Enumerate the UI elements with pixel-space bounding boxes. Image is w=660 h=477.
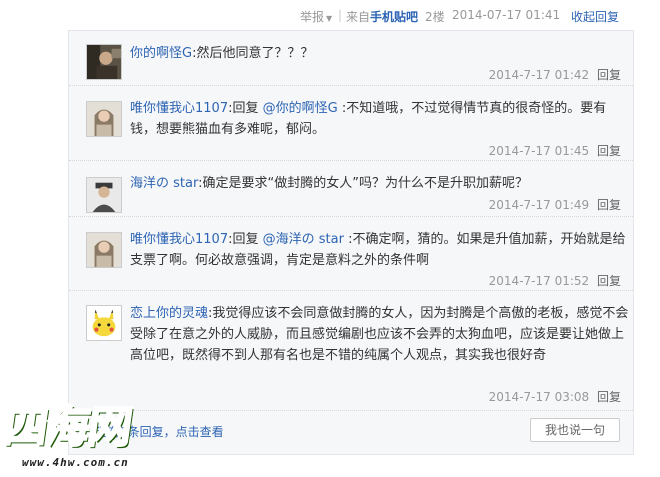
reply-button[interactable]: 回复	[597, 68, 621, 82]
reply-time: 2014-7-17 03:08	[488, 390, 590, 404]
site-watermark: 四海网 www.4hw.com.cn	[0, 400, 200, 477]
reply-text: 然后他同意了？？？	[196, 46, 314, 61]
post-datetime: 2014-07-17 01:41	[452, 8, 561, 22]
avatar-girl-photo-icon	[87, 102, 121, 136]
avatar-dark-photo-icon	[87, 45, 121, 79]
reply-panel: 你的啊怪G:然后他同意了？？？ 2014-7-17 01:42 回复 唯你懂我心…	[68, 30, 634, 455]
avatar-pikachu-icon	[87, 306, 121, 340]
reply-text: 回复	[232, 101, 263, 116]
reply-item: 恋上你的灵魂:我觉得应该不会同意做封腾的女人，因为封腾是个高傲的老板，感觉不会受…	[69, 291, 633, 411]
reply-item: 海洋の star:确定是要求“做封腾的女人”吗？为什么不是升职加薪呢？ 2014…	[69, 161, 633, 217]
reply-time: 2014-7-17 01:45	[488, 144, 590, 158]
mention-link[interactable]: @你的啊怪G	[263, 101, 338, 116]
reply-username[interactable]: 唯你懂我心1107	[130, 232, 228, 247]
avatar[interactable]	[86, 305, 122, 341]
avatar-man-photo-icon	[87, 178, 121, 212]
reply-username[interactable]: 你的啊怪G	[130, 46, 192, 61]
reply-button[interactable]: 回复	[597, 198, 621, 212]
watermark-url: www.4hw.com.cn	[22, 456, 129, 469]
reply-time: 2014-7-17 01:49	[488, 198, 590, 212]
reply-button[interactable]: 回复	[597, 274, 621, 288]
chevron-down-icon: ▼	[326, 14, 333, 23]
avatar[interactable]	[86, 44, 122, 80]
source-label: 来自手机贴吧	[346, 10, 419, 24]
reply-item: 唯你懂我心1107:回复 @你的啊怪G :不知道哦，不过觉得情节真的很奇怪的。要…	[69, 86, 633, 161]
floor-number: 2楼	[425, 10, 445, 24]
say-something-button[interactable]: 我也说一句	[530, 418, 620, 442]
reply-text: 回复	[232, 232, 263, 247]
mention-link[interactable]: @海洋の star	[263, 232, 344, 247]
avatar[interactable]	[86, 232, 122, 268]
post-meta-bar: 举报 ▼ | 来自手机贴吧 2楼 2014-07-17 01:41 收起回复	[0, 0, 660, 30]
reply-username[interactable]: 恋上你的灵魂	[130, 306, 208, 321]
reply-time: 2014-7-17 01:42	[488, 68, 590, 82]
reply-text: 确定是要求“做封腾的女人”吗？为什么不是升职加薪呢？	[202, 176, 528, 191]
reply-username[interactable]: 唯你懂我心1107	[130, 101, 228, 116]
reply-button[interactable]: 回复	[597, 144, 621, 158]
watermark-logo: 四海网	[0, 401, 135, 454]
avatar[interactable]	[86, 177, 122, 213]
divider: |	[338, 8, 343, 22]
source-link[interactable]: 手机贴吧	[370, 10, 418, 24]
avatar[interactable]	[86, 101, 122, 137]
reply-item: 唯你懂我心1107:回复 @海洋の star :不确定啊，猜的。如果是升值加薪，…	[69, 217, 633, 291]
reply-button[interactable]: 回复	[597, 390, 621, 404]
collapse-replies-button[interactable]: 收起回复	[571, 8, 619, 25]
reply-time: 2014-7-17 01:52	[488, 274, 590, 288]
reply-item: 你的啊怪G:然后他同意了？？？ 2014-7-17 01:42 回复	[69, 31, 633, 86]
reply-username[interactable]: 海洋の star	[130, 176, 198, 191]
avatar-girl-photo-icon	[87, 233, 121, 267]
report-button[interactable]: 举报 ▼	[300, 8, 332, 25]
